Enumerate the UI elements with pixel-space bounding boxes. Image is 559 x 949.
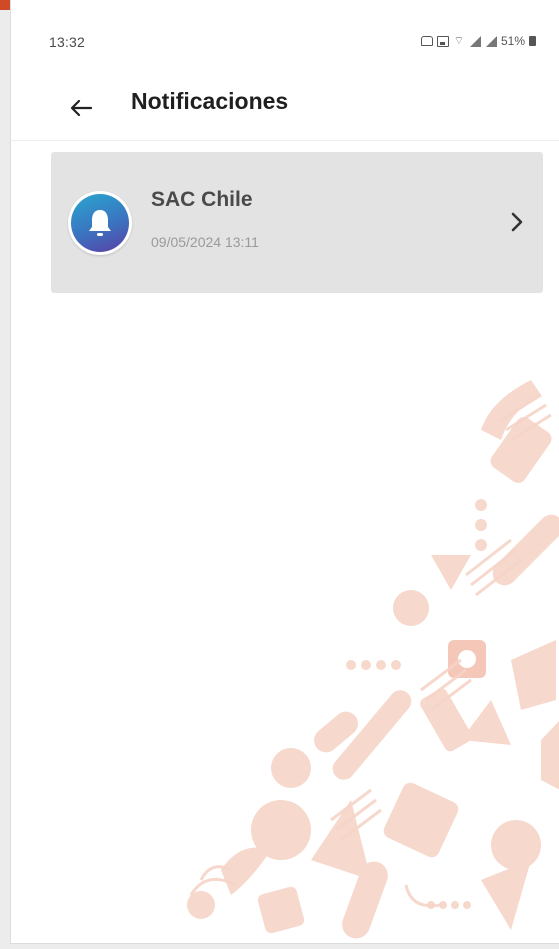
page-title: Notificaciones	[131, 88, 289, 114]
app-bar: Notificaciones	[11, 80, 559, 141]
notification-date: 09/05/2024 13:11	[151, 234, 259, 250]
wifi-icon: ⌔	[453, 34, 465, 47]
chevron-right-icon[interactable]	[507, 210, 527, 234]
gallery-icon	[436, 35, 449, 47]
status-bar: 13:32 ⌔ 51%	[11, 0, 559, 80]
notification-item[interactable]: SAC Chile 09/05/2024 13:11	[51, 152, 543, 293]
phone-screen: 13:32 ⌔ 51% Notificaciones SAC Chile 09/…	[10, 0, 559, 944]
status-time: 13:32	[49, 34, 86, 50]
background-pattern-art	[187, 380, 559, 939]
signal-icon	[469, 35, 481, 47]
corner-accent	[0, 0, 10, 10]
battery-level: 51%	[500, 34, 525, 48]
vpn-icon	[420, 36, 433, 46]
signal-icon-2	[485, 35, 497, 47]
back-button[interactable]	[61, 88, 101, 128]
battery-icon	[529, 36, 536, 46]
status-icons: ⌔ 51%	[420, 33, 536, 49]
avatar-circle	[71, 194, 129, 252]
bell-icon	[89, 210, 111, 236]
arrow-left-icon	[70, 99, 92, 117]
avatar	[68, 191, 132, 255]
notification-title: SAC Chile	[151, 188, 253, 211]
